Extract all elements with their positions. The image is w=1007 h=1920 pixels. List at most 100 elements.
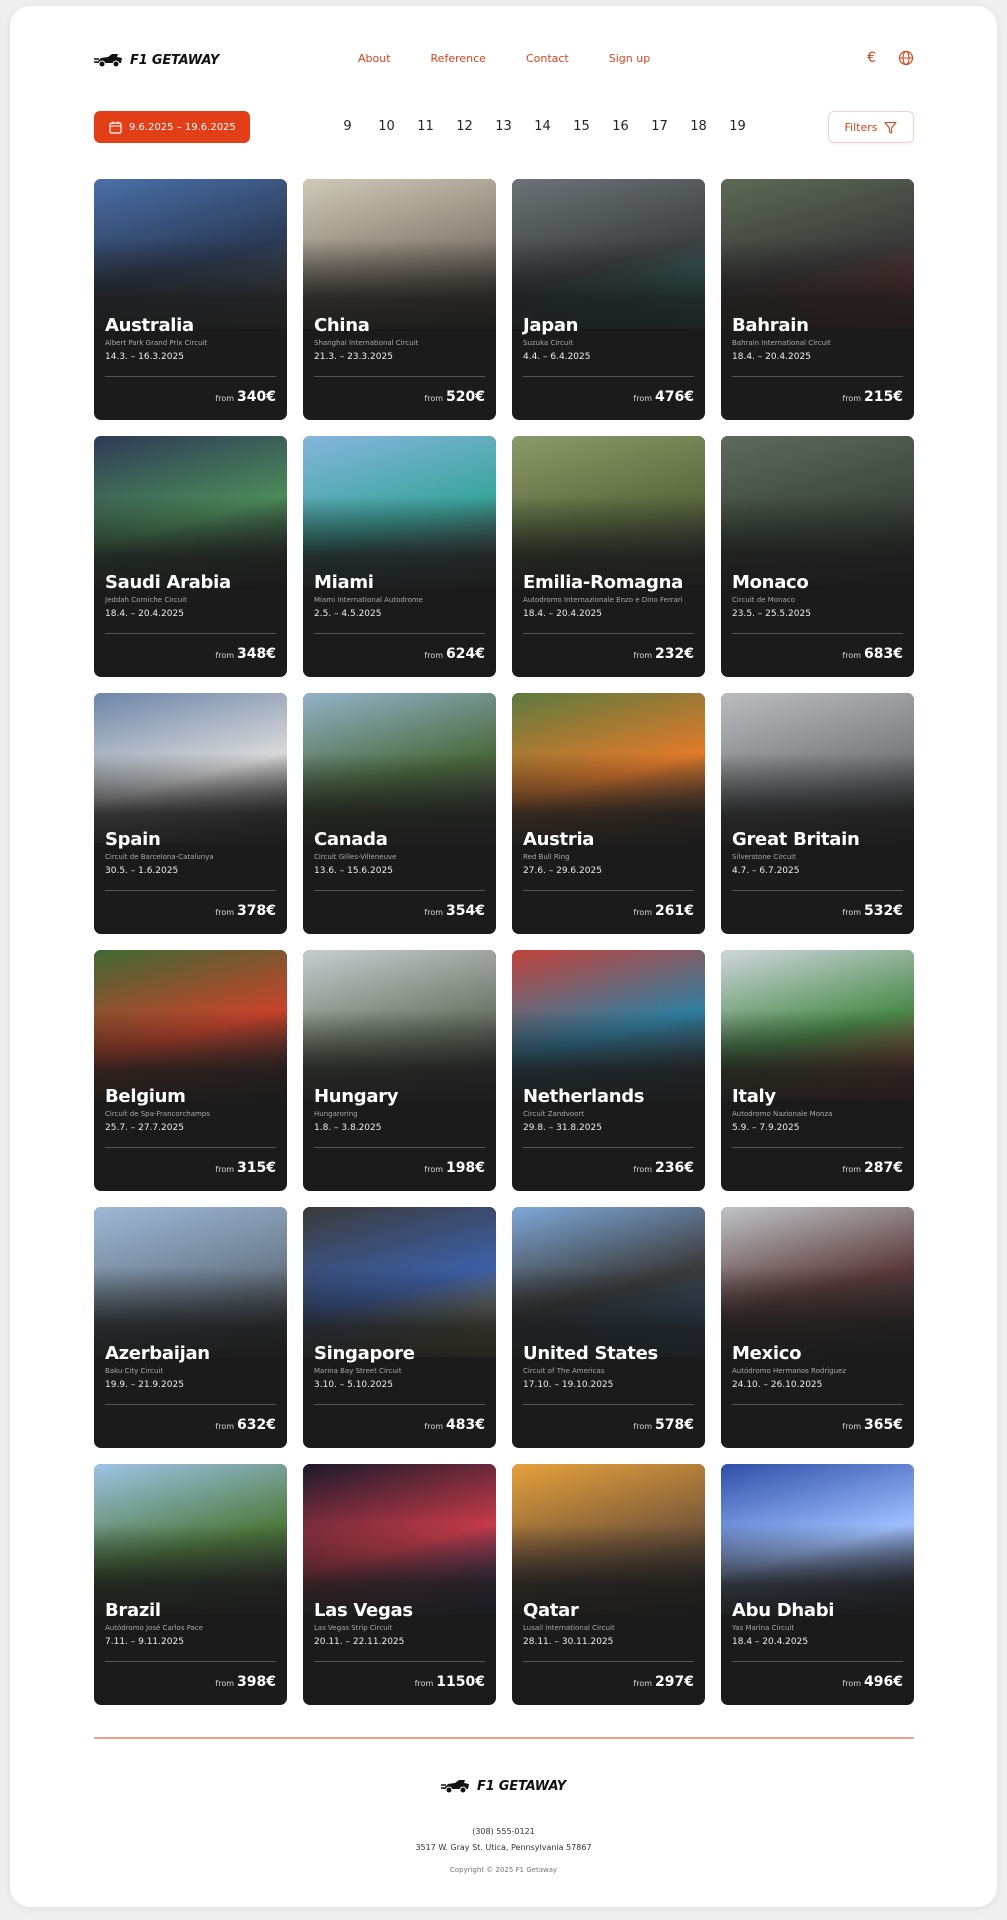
race-card[interactable]: Australia Albert Park Grand Prix Circuit 1… [94,179,287,420]
day-option[interactable]: 12 [445,119,484,134]
day-option[interactable]: 15 [562,119,601,134]
race-card[interactable]: Austria Red Bull Ring 27.6. – 29.6.2025 fro… [512,693,705,934]
race-price: from 297€ [633,1674,694,1690]
race-dates: 28.11. – 30.11.2025 [523,1637,614,1647]
race-card[interactable]: China Shanghai International Circuit 21.3.… [303,179,496,420]
race-info: Saudi Arabia Jeddah Corniche Circuit 18.4.… [105,572,276,620]
race-price: from 632€ [215,1417,276,1433]
card-divider [523,1404,694,1405]
price-prefix: from [842,1165,862,1174]
race-card[interactable]: Abu Dhabi Yas Marina Circuit 18.4 – 20.4.2… [721,1464,914,1705]
race-country: Spain [105,829,161,850]
day-strip: 9 10 11 12 13 14 15 16 17 18 19 [328,119,757,134]
calendar-icon [109,121,122,134]
race-circuit: Silverstone Circuit [732,853,796,861]
card-divider [732,633,903,634]
date-range-button[interactable]: 9.6.2025 – 19.6.2025 [94,111,250,143]
race-price: from 365€ [842,1417,903,1433]
filters-button[interactable]: Filters [828,111,914,143]
race-dates: 3.10. – 5.10.2025 [314,1380,393,1390]
euro-icon[interactable]: € [867,49,876,67]
day-option[interactable]: 9 [328,119,367,134]
race-card[interactable]: Japan Suzuka Circuit 4.4. – 6.4.2025 from 47… [512,179,705,420]
price-prefix: from [215,651,235,660]
race-dates: 20.11. – 22.11.2025 [314,1637,405,1647]
nav-reference[interactable]: Reference [431,52,486,65]
race-info: Monaco Circuit de Monaco 23.5. – 25.5.2025 [732,572,903,620]
race-circuit: Las Vegas Strip Circuit [314,1624,393,1632]
price-value: 532€ [864,903,903,919]
day-option[interactable]: 19 [718,119,757,134]
race-card[interactable]: Brazil Autódromo José Carlos Pace 7.11. – … [94,1464,287,1705]
race-card[interactable]: Canada Circuit Gilles-Villeneuve 13.6. – 1… [303,693,496,934]
race-price: from 483€ [424,1417,485,1433]
race-dates: 7.11. – 9.11.2025 [105,1637,184,1647]
race-card[interactable]: Bahrain Bahrain International Circuit 18.4… [721,179,914,420]
globe-icon[interactable] [898,50,914,66]
race-price: from 520€ [424,389,485,405]
race-card[interactable]: Azerbaijan Baku City Circuit 19.9. – 21.9.… [94,1207,287,1448]
race-country: Hungary [314,1086,399,1107]
race-info: Bahrain Bahrain International Circuit 18.4… [732,315,903,363]
race-card[interactable]: Singapore Marina Bay Street Circuit 3.10. … [303,1207,496,1448]
price-value: 1150€ [436,1674,485,1690]
day-option[interactable]: 14 [523,119,562,134]
race-info: Miami Miami International Autodrome 2.5. –… [314,572,485,620]
nav-contact[interactable]: Contact [526,52,569,65]
nav-sign-up[interactable]: Sign up [609,52,650,65]
race-card[interactable]: Saudi Arabia Jeddah Corniche Circuit 18.4.… [94,436,287,677]
race-card[interactable]: Spain Circuit de Barcelona-Catalunya 30.5.… [94,693,287,934]
price-value: 483€ [446,1417,485,1433]
race-dates: 21.3. – 23.3.2025 [314,352,393,362]
day-option[interactable]: 16 [601,119,640,134]
race-dates: 18.4. – 20.4.2025 [523,609,602,619]
race-circuit: Circuit de Monaco [732,596,795,604]
race-card[interactable]: Qatar Lusail International Circuit 28.11. … [512,1464,705,1705]
race-card[interactable]: Las Vegas Las Vegas Strip Circuit 20.11. –… [303,1464,496,1705]
race-card[interactable]: Miami Miami International Autodrome 2.5. –… [303,436,496,677]
card-divider [105,1404,276,1405]
day-option[interactable]: 10 [367,119,406,134]
price-prefix: from [424,1165,444,1174]
price-prefix: from [215,1422,235,1431]
race-dates: 18.4 – 20.4.2025 [732,1637,809,1647]
race-price: from 683€ [842,646,903,662]
nav-about[interactable]: About [358,52,391,65]
race-info: China Shanghai International Circuit 21.3.… [314,315,485,363]
footer-brand-name: F1 GETAWAY [476,1778,567,1794]
race-card[interactable]: Monaco Circuit de Monaco 23.5. – 25.5.2025… [721,436,914,677]
price-value: 496€ [864,1674,903,1690]
race-info: Las Vegas Las Vegas Strip Circuit 20.11. –… [314,1600,485,1648]
price-prefix: from [424,1422,444,1431]
race-country: Bahrain [732,315,809,336]
day-option[interactable]: 18 [679,119,718,134]
race-dates: 30.5. – 1.6.2025 [105,866,179,876]
brand-logo[interactable]: F1 GETAWAY [94,48,219,72]
race-dates: 2.5. – 4.5.2025 [314,609,382,619]
race-circuit: Autodromo Nazionale Monza [732,1110,833,1118]
race-circuit: Shanghai International Circuit [314,339,419,347]
race-dates: 18.4. – 20.4.2025 [732,352,811,362]
race-price: from 340€ [215,389,276,405]
race-info: Great Britain Silverstone Circuit 4.7. – 6… [732,829,903,877]
price-prefix: from [842,651,862,660]
day-option[interactable]: 17 [640,119,679,134]
race-card[interactable]: United States Circuit of The Americas 17.1… [512,1207,705,1448]
race-card[interactable]: Belgium Circuit de Spa-Francorchamps 25.7.… [94,950,287,1191]
price-value: 236€ [655,1160,694,1176]
race-card[interactable]: Italy Autodromo Nazionale Monza 5.9. – 7.9… [721,950,914,1191]
day-option[interactable]: 13 [484,119,523,134]
race-card[interactable]: Mexico Autódromo Hermanos Rodríguez 24.10.… [721,1207,914,1448]
price-prefix: from [633,1165,653,1174]
race-card[interactable]: Netherlands Circuit Zandvoort 29.8. – 31.8… [512,950,705,1191]
race-price: from 236€ [633,1160,694,1176]
race-card[interactable]: Emilia-Romagna Autodromo Internazionale E… [512,436,705,677]
race-card[interactable]: Great Britain Silverstone Circuit 4.7. – 6… [721,693,914,934]
race-info: Hungary Hungaroring 1.8. – 3.8.2025 [314,1086,485,1134]
race-card[interactable]: Hungary Hungaroring 1.8. – 3.8.2025 from 198… [303,950,496,1191]
day-option[interactable]: 11 [406,119,445,134]
footer-logo[interactable]: F1 GETAWAY [10,1778,997,1794]
race-dates: 4.4. – 6.4.2025 [523,352,591,362]
price-value: 476€ [655,389,694,405]
race-price: from 348€ [215,646,276,662]
